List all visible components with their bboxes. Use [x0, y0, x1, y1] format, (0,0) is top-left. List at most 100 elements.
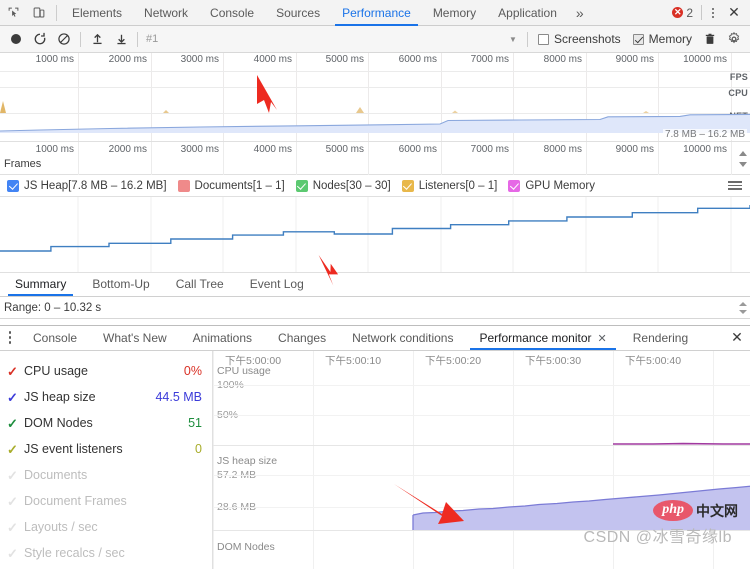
summary-scroll-controls[interactable]: [737, 297, 749, 318]
drawer-tab-performance-monitor[interactable]: Performance monitor ✕: [466, 331, 619, 350]
drawer-tab-rendering[interactable]: Rendering: [620, 331, 701, 350]
screenshots-checkbox[interactable]: Screenshots: [532, 32, 627, 46]
load-profile-icon[interactable]: [85, 27, 109, 51]
reload-and-record-icon[interactable]: [28, 27, 52, 51]
save-profile-icon[interactable]: [109, 27, 133, 51]
metric-document-frames[interactable]: ✓ Document Frames: [0, 488, 212, 514]
tab-call-tree[interactable]: Call Tree: [163, 277, 237, 296]
tab-event-log[interactable]: Event Log: [237, 277, 317, 296]
metric-js-heap-size-value: 44.5 MB: [155, 390, 202, 404]
metric-dom-nodes[interactable]: ✓ DOM Nodes 51: [0, 410, 212, 436]
tab-elements[interactable]: Elements: [61, 0, 133, 26]
legend-item-js-heap[interactable]: JS Heap[7.8 MB – 16.2 MB]: [4, 179, 175, 192]
performance-monitor-body: ✓ CPU usage 0% ✓ JS heap size 44.5 MB ✓ …: [0, 351, 750, 569]
tab-network[interactable]: Network: [133, 0, 199, 26]
more-tabs-icon[interactable]: »: [568, 0, 592, 26]
metric-js-event-listeners[interactable]: ✓ JS event listeners 0: [0, 436, 212, 462]
ruler-tick-label: 8000 ms: [543, 54, 582, 65]
ruler-tick-label: 1000 ms: [35, 144, 74, 155]
legend-checkbox-documents: [177, 179, 190, 192]
drawer-menu-icon[interactable]: [0, 325, 20, 350]
metric-cpu-usage[interactable]: ✓ CPU usage 0%: [0, 358, 212, 384]
close-icon[interactable]: ✕: [598, 332, 607, 345]
tab-bottom-up[interactable]: Bottom-Up: [79, 277, 162, 296]
trash-icon[interactable]: [698, 27, 722, 51]
drawer-tab-whats-new-label: What's New: [103, 331, 167, 345]
profile-selector-chevron-down-icon[interactable]: ▼: [503, 35, 523, 44]
ruler-tick: [78, 142, 79, 175]
screenshots-checkbox-box: [537, 33, 549, 45]
performance-control-bar: #1 ▼ Screenshots Memory: [0, 26, 750, 53]
memory-checkbox[interactable]: Memory: [627, 32, 698, 46]
timeline-overview[interactable]: 1000 ms 2000 ms 3000 ms 4000 ms 5000 ms 6000 …: [0, 53, 750, 142]
tab-summary[interactable]: Summary: [2, 277, 79, 296]
legend-item-documents[interactable]: Documents[1 – 1]: [175, 179, 293, 192]
metric-style-recalcs-per-sec-label: Style recalcs / sec: [24, 546, 125, 560]
tab-sources[interactable]: Sources: [265, 0, 331, 26]
drawer-tab-network-conditions[interactable]: Network conditions: [339, 331, 466, 350]
tab-performance[interactable]: Performance: [331, 0, 422, 26]
tab-memory[interactable]: Memory: [422, 0, 487, 26]
metric-js-event-listeners-value: 0: [195, 442, 202, 456]
drawer-tab-whats-new[interactable]: What's New: [90, 331, 180, 350]
performance-detail-tabs: Summary Bottom-Up Call Tree Event Log: [0, 273, 750, 297]
inspect-element-icon[interactable]: [0, 0, 26, 26]
scroll-down-icon[interactable]: [739, 161, 747, 167]
memory-counters-chart[interactable]: [0, 197, 750, 273]
timeline-ruler-secondary[interactable]: Frames 1000 ms 2000 ms 3000 ms 4000 ms 5000 …: [0, 142, 750, 175]
legend-item-listeners[interactable]: Listeners[0 – 1]: [399, 179, 506, 192]
overview-sep-2: [0, 87, 750, 88]
devtools-menu-icon[interactable]: [704, 0, 722, 26]
screenshots-label: Screenshots: [553, 32, 621, 46]
metric-style-recalcs-per-sec[interactable]: ✓ Style recalcs / sec: [0, 540, 212, 566]
ruler-tick-label: 9000 ms: [615, 144, 654, 155]
drawer-tab-animations-label: Animations: [192, 331, 253, 345]
ruler-tick-label: 10000 ms: [683, 144, 727, 155]
drawer-tab-animations[interactable]: Animations: [180, 331, 265, 350]
check-icon: ✓: [7, 493, 18, 509]
legend-label-documents: Documents[1 – 1]: [194, 179, 285, 192]
devtools-window: Elements Network Console Sources Perform…: [0, 0, 750, 569]
scroll-up-icon[interactable]: [739, 150, 747, 156]
legend-label-js-heap: JS Heap[7.8 MB – 16.2 MB]: [24, 179, 167, 192]
timeline-scroll-controls[interactable]: [737, 142, 749, 175]
metric-documents[interactable]: ✓ Documents: [0, 462, 212, 488]
legend-menu-icon[interactable]: [728, 181, 746, 190]
device-toolbar-icon[interactable]: [26, 0, 52, 26]
tab-application[interactable]: Application: [487, 0, 568, 26]
close-drawer-button[interactable]: ✕: [724, 325, 750, 350]
record-icon[interactable]: [4, 27, 28, 51]
ruler-tick: [151, 142, 152, 175]
drawer-tab-changes[interactable]: Changes: [265, 331, 339, 350]
gear-icon[interactable]: [722, 27, 746, 51]
memory-counters-legend: JS Heap[7.8 MB – 16.2 MB] Documents[1 – …: [0, 175, 750, 197]
pm-divider-heap: [213, 530, 750, 531]
range-label: Range: 0 – 10.32 s: [4, 301, 102, 314]
control-divider-1: [80, 31, 81, 47]
legend-item-nodes[interactable]: Nodes[30 – 30]: [293, 179, 399, 192]
overview-heap-range-label: 7.8 MB – 16.2 MB: [662, 129, 747, 140]
ruler-tick-label: 4000 ms: [253, 144, 292, 155]
ruler-tick: [586, 142, 587, 175]
metric-documents-label: Documents: [24, 468, 88, 482]
summary-scroll-up-icon[interactable]: [739, 302, 747, 306]
performance-monitor-graph[interactable]: 下午5:00:00 下午5:00:10 下午5:00:20 下午5:00:30 …: [213, 351, 750, 569]
frames-track-label: Frames: [4, 158, 42, 170]
metric-js-heap-size[interactable]: ✓ JS heap size 44.5 MB: [0, 384, 212, 410]
check-icon: ✓: [7, 441, 18, 457]
profile-selector-value[interactable]: #1: [142, 33, 158, 45]
check-icon: ✓: [7, 389, 18, 405]
legend-checkbox-nodes: [295, 179, 308, 192]
close-devtools-button[interactable]: ✕: [722, 0, 746, 26]
ruler-tick-label: 1000 ms: [35, 54, 74, 65]
legend-checkbox-js-heap: [7, 179, 19, 192]
pm-cpu-series: [613, 442, 750, 445]
metric-layouts-per-sec[interactable]: ✓ Layouts / sec: [0, 514, 212, 540]
legend-label-listeners: Listeners[0 – 1]: [418, 179, 498, 192]
legend-item-gpu-memory[interactable]: GPU Memory: [505, 179, 603, 192]
error-count-badge[interactable]: ✕ 2: [666, 6, 699, 20]
summary-scroll-down-icon[interactable]: [739, 310, 747, 314]
tab-console[interactable]: Console: [199, 0, 265, 26]
clear-icon[interactable]: [52, 27, 76, 51]
drawer-tab-console[interactable]: Console: [20, 331, 90, 350]
